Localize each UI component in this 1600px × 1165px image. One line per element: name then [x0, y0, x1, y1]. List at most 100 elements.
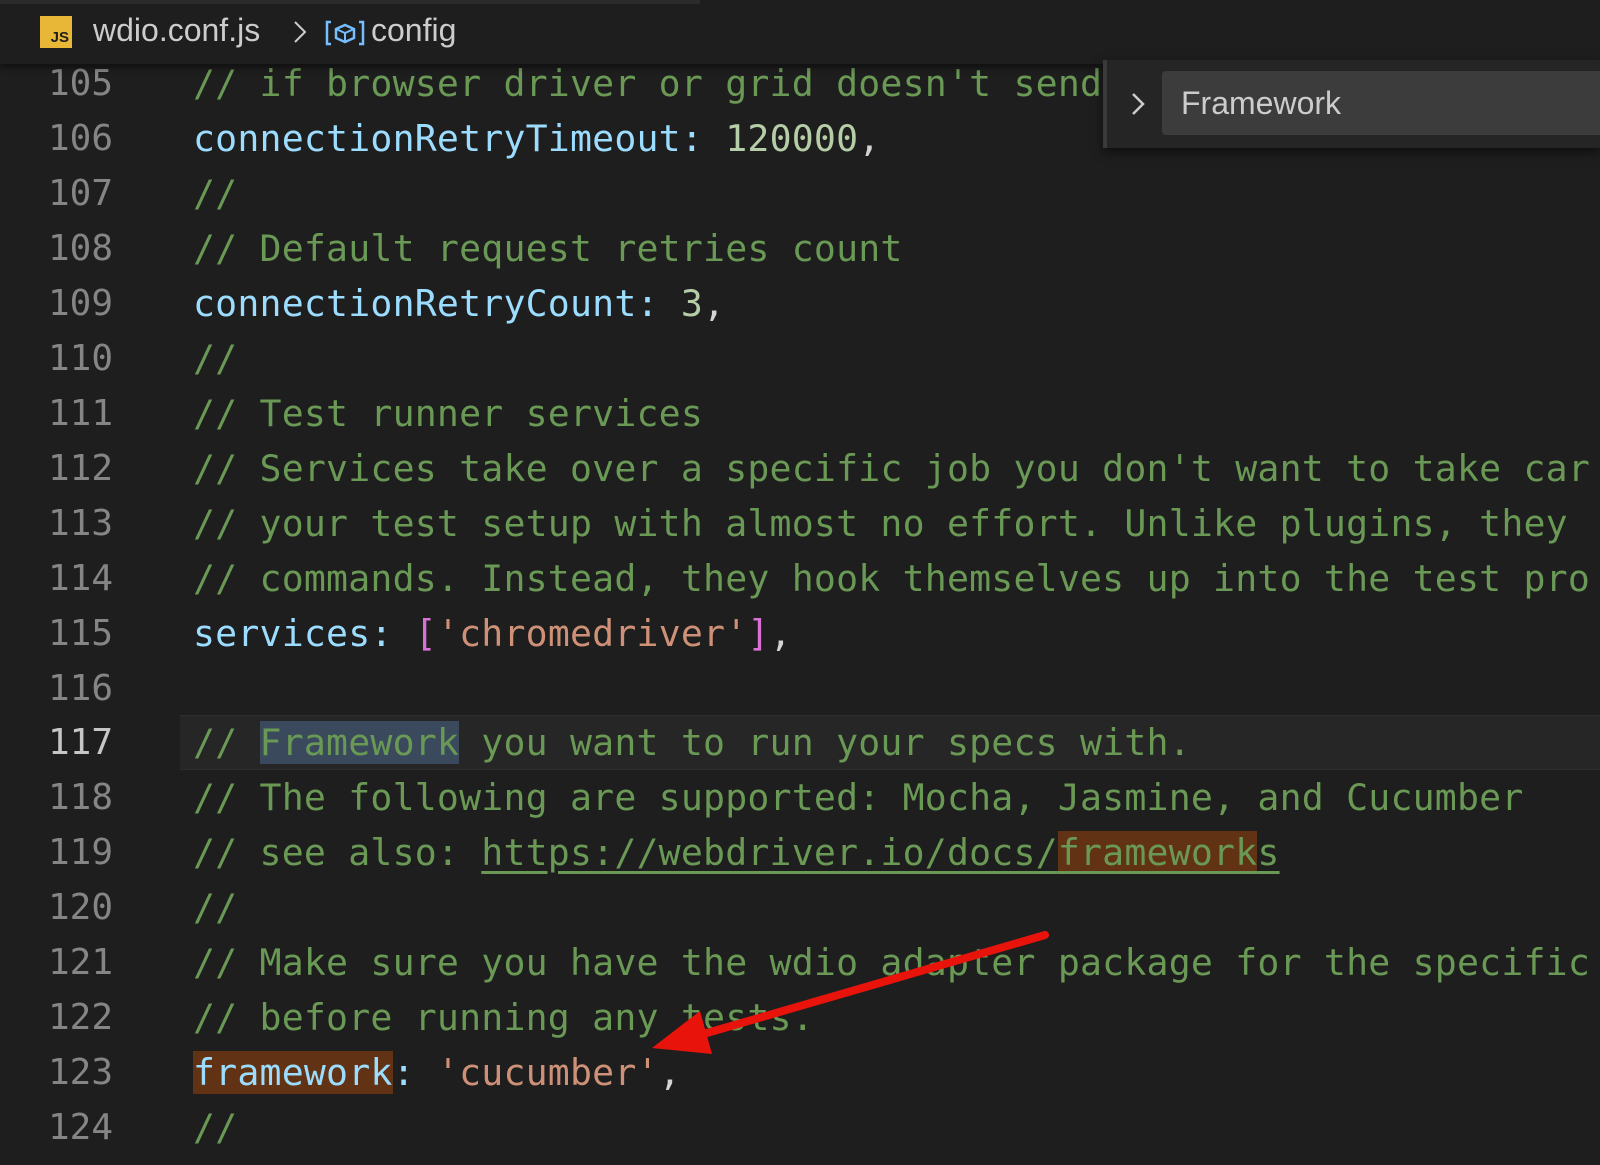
comment-text: // Test runner services [193, 392, 704, 435]
comment-text: you want to run your specs with. [459, 721, 1191, 764]
line-number: 117 [47, 722, 113, 763]
line-code[interactable]: // Test runner services [193, 386, 703, 441]
line-code[interactable]: // [193, 1100, 237, 1155]
js-file-icon: JS [40, 16, 72, 48]
property-key: connectionRetryCount [193, 282, 637, 325]
variable-symbol-icon [325, 20, 365, 46]
line-code[interactable]: connectionRetryTimeout: 120000, [193, 111, 880, 166]
line-number: 123 [47, 1052, 113, 1093]
punctuation: : [370, 612, 415, 655]
line-code[interactable]: // Services take over a specific job you… [193, 441, 1590, 496]
line-code[interactable]: // your test setup with almost no effort… [193, 496, 1568, 551]
punctuation: , [858, 117, 881, 160]
code-line: 110 // [0, 331, 1600, 386]
code-line: 116 [0, 661, 1600, 716]
breadcrumb-symbol[interactable]: config [371, 12, 456, 49]
comment-text: // your test setup with almost no effort… [193, 502, 1568, 545]
line-number: 111 [47, 393, 113, 434]
bracket: ] [747, 612, 770, 655]
bracket: [ [414, 612, 437, 655]
code-line: 121 // Make sure you have the wdio adapt… [0, 935, 1600, 990]
breadcrumb-file[interactable]: wdio.conf.js [93, 12, 260, 49]
code-line-active: 117 // Framework you want to run your sp… [0, 715, 1600, 770]
code-line: 112 // Services take over a specific job… [0, 441, 1600, 496]
line-code[interactable]: // see also: https://webdriver.io/docs/f… [193, 825, 1280, 880]
code-line: 124 // [0, 1100, 1600, 1155]
line-code[interactable]: connectionRetryCount: 3, [193, 276, 725, 331]
comment-text: // [193, 1106, 238, 1149]
line-number: 115 [47, 613, 113, 654]
code-line: 122 // before running any tests. [0, 990, 1600, 1045]
punctuation: : [636, 282, 681, 325]
comment-text: // [193, 886, 238, 929]
line-number: 122 [47, 997, 113, 1038]
code-line: 115 services: ['chromedriver'], [0, 606, 1600, 661]
line-number: 121 [47, 942, 113, 983]
punctuation: , [703, 282, 726, 325]
line-number: 114 [47, 558, 113, 599]
selected-match: Framework [259, 721, 460, 764]
line-code[interactable]: // [193, 880, 237, 935]
chevron-right-icon [294, 21, 307, 43]
line-code[interactable]: // [193, 331, 237, 386]
line-number: 105 [47, 63, 113, 104]
comment-text: // The following are supported: Mocha, J… [193, 776, 1524, 819]
comment-text: // Default request retries count [193, 227, 903, 270]
comment-text: // before running any tests. [193, 996, 814, 1039]
line-number: 113 [47, 503, 113, 544]
code-line: 113 // your test setup with almost no ef… [0, 496, 1600, 551]
line-code[interactable]: // before running any tests. [193, 990, 814, 1045]
line-code[interactable]: // if browser driver or grid doesn't sen… [193, 56, 1102, 111]
number-value: 3 [680, 282, 704, 325]
line-number: 120 [47, 887, 113, 928]
punctuation: : [680, 117, 726, 160]
line-number: 109 [47, 283, 113, 324]
line-number: 106 [47, 118, 113, 159]
line-code[interactable]: framework: 'cucumber', [193, 1045, 681, 1100]
line-code[interactable]: // The following are supported: Mocha, J… [193, 770, 1524, 825]
code-line: 119 // see also: https://webdriver.io/do… [0, 825, 1600, 880]
code-line: 123 framework: 'cucumber', [0, 1045, 1600, 1100]
line-code[interactable]: // Make sure you have the wdio adapter p… [193, 935, 1590, 990]
punctuation: , [769, 612, 792, 655]
chevron-right-icon[interactable] [1127, 88, 1149, 120]
breadcrumb: JS wdio.conf.js config [0, 0, 1600, 64]
line-code[interactable]: // commands. Instead, they hook themselv… [193, 551, 1590, 606]
punctuation: : [392, 1051, 437, 1094]
code-line: 111 // Test runner services [0, 386, 1600, 441]
comment-text: // commands. Instead, they hook themselv… [193, 557, 1591, 600]
string-value: 'chromedriver' [436, 612, 748, 655]
find-input[interactable]: Framework [1162, 71, 1600, 135]
js-file-icon-label: JS [50, 29, 69, 46]
line-number: 108 [47, 228, 113, 269]
line-number: 119 [47, 832, 113, 873]
property-key: connectionRetryTimeout [193, 117, 681, 160]
find-match[interactable]: framework [1057, 831, 1258, 874]
code-line: 118 // The following are supported: Moch… [0, 770, 1600, 825]
line-number: 112 [47, 448, 113, 489]
docs-link[interactable]: https://webdriver.io/docs/ [481, 831, 1058, 874]
line-code[interactable]: // Framework you want to run your specs … [193, 715, 1191, 770]
code-line: 107 // [0, 166, 1600, 221]
line-number: 110 [47, 338, 113, 379]
string-value: 'cucumber' [436, 1051, 659, 1094]
line-code[interactable]: services: ['chromedriver'], [193, 606, 792, 661]
number-value: 120000 [725, 117, 859, 160]
comment-text: // [193, 172, 238, 215]
property-key: services [193, 612, 371, 655]
comment-text: // Services take over a specific job you… [193, 447, 1591, 490]
code-line: 108 // Default request retries count [0, 221, 1600, 276]
line-number: 107 [47, 173, 113, 214]
comment-text: // see also: [193, 831, 482, 874]
docs-link-tail[interactable]: s [1257, 831, 1279, 874]
code-editor[interactable]: 105 // if browser driver or grid doesn't… [0, 56, 1600, 1165]
comment-text: // if browser driver or grid doesn't sen… [193, 62, 1103, 105]
line-number: 118 [47, 777, 113, 818]
tab-strip-remnant [0, 0, 700, 4]
line-code[interactable]: // Default request retries count [193, 221, 903, 276]
code-line: 114 // commands. Instead, they hook them… [0, 551, 1600, 606]
line-code[interactable]: // [193, 166, 237, 221]
comment-text: // [193, 337, 238, 380]
line-number: 116 [47, 668, 113, 709]
comment-text: // Make sure you have the wdio adapter p… [193, 941, 1591, 984]
